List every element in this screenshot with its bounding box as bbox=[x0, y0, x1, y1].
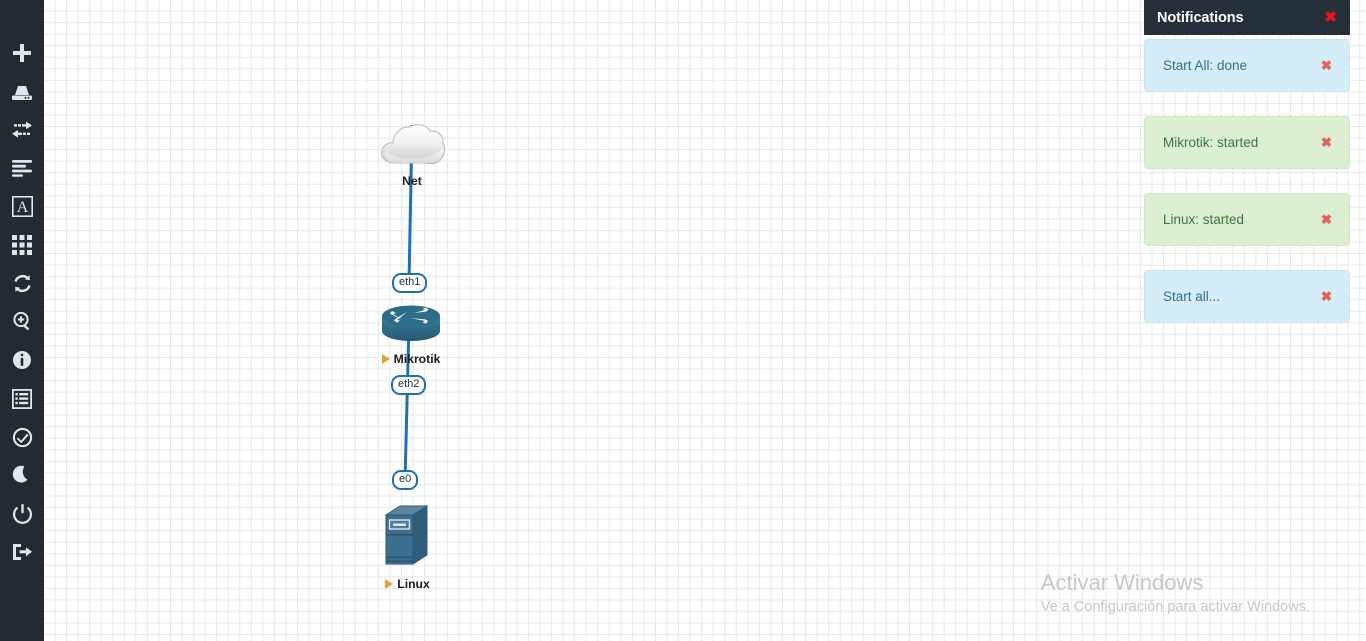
dismiss-notification-icon[interactable]: ✖ bbox=[1321, 59, 1332, 73]
watermark-title: Activar Windows bbox=[1040, 570, 1204, 596]
grid-tool[interactable] bbox=[0, 226, 44, 264]
notifications-panel: Notifications ✖ Start All: done ✖ Mikrot… bbox=[1144, 0, 1350, 347]
dismiss-notification-icon[interactable]: ✖ bbox=[1321, 290, 1332, 304]
moon-icon bbox=[12, 465, 32, 485]
list-tool[interactable] bbox=[0, 380, 44, 418]
node-linux-label: Linux bbox=[380, 577, 435, 591]
notifications-list: Start All: done ✖ Mikrotik: started ✖ Li… bbox=[1144, 39, 1350, 323]
watermark-subtitle: Ve a Configuración para activar Windows. bbox=[1040, 598, 1310, 615]
plus-icon bbox=[11, 42, 33, 64]
node-net[interactable]: Net bbox=[378, 121, 446, 188]
dismiss-notification-icon[interactable]: ✖ bbox=[1321, 136, 1332, 150]
add-network-tool[interactable] bbox=[0, 72, 44, 110]
text-a-icon: A bbox=[11, 196, 33, 218]
windows-activation-watermark: Activar Windows Ve a Configuración para … bbox=[1041, 569, 1310, 617]
notes-tool[interactable] bbox=[0, 149, 44, 187]
notification-text: Mikrotik: started bbox=[1163, 135, 1259, 150]
add-node-tool[interactable] bbox=[0, 34, 44, 72]
status-tool[interactable] bbox=[0, 418, 44, 456]
left-toolbar: A bbox=[0, 0, 44, 641]
interface-eth2[interactable]: eth2 bbox=[391, 375, 427, 395]
running-indicator-icon bbox=[385, 579, 394, 589]
notification-item[interactable]: Mikrotik: started ✖ bbox=[1144, 116, 1350, 169]
node-mikrotik-label: Mikrotik bbox=[381, 352, 441, 366]
notification-text: Linux: started bbox=[1163, 212, 1245, 227]
node-net-label: Net bbox=[402, 174, 422, 188]
node-mikrotik[interactable]: Mikrotik bbox=[381, 303, 441, 366]
grid-icon bbox=[12, 235, 32, 256]
refresh-icon bbox=[12, 273, 33, 294]
interface-eth1[interactable]: eth1 bbox=[392, 273, 428, 293]
info-circle-icon bbox=[12, 350, 32, 370]
night-mode-tool[interactable] bbox=[0, 456, 44, 494]
power-tool[interactable] bbox=[0, 495, 44, 533]
list-panel-icon bbox=[12, 388, 32, 409]
logout-icon bbox=[11, 542, 33, 562]
interface-e0[interactable]: e0 bbox=[392, 470, 419, 490]
zoom-tool[interactable] bbox=[0, 303, 44, 341]
text-tool[interactable]: A bbox=[0, 188, 44, 226]
check-circle-icon bbox=[12, 427, 33, 448]
server-icon bbox=[384, 505, 429, 565]
notification-item[interactable]: Start all... ✖ bbox=[1144, 270, 1350, 323]
notification-text: Start all... bbox=[1163, 289, 1221, 304]
notifications-header: Notifications ✖ bbox=[1144, 0, 1350, 35]
notification-text: Start All: done bbox=[1163, 58, 1248, 73]
svg-text:A: A bbox=[16, 199, 28, 216]
lines-icon bbox=[11, 159, 33, 178]
magnifier-plus-icon bbox=[12, 311, 33, 332]
power-icon bbox=[12, 503, 33, 525]
notifications-title: Notifications bbox=[1157, 9, 1244, 26]
link-arrows-icon bbox=[10, 120, 34, 140]
node-linux[interactable]: Linux bbox=[380, 501, 435, 591]
logout-tool[interactable] bbox=[0, 533, 44, 571]
info-tool[interactable] bbox=[0, 341, 44, 379]
network-cloud-icon bbox=[10, 82, 34, 102]
router-icon bbox=[382, 305, 440, 341]
topology-layer: Net eth1 Mikrotik eth2 e0 Linux bbox=[0, 0, 1322, 641]
close-notifications-icon[interactable]: ✖ bbox=[1324, 10, 1337, 25]
notification-item[interactable]: Linux: started ✖ bbox=[1144, 193, 1350, 246]
dismiss-notification-icon[interactable]: ✖ bbox=[1321, 213, 1332, 227]
refresh-tool[interactable] bbox=[0, 264, 44, 302]
add-link-tool[interactable] bbox=[0, 111, 44, 149]
notification-item[interactable]: Start All: done ✖ bbox=[1144, 39, 1350, 92]
running-indicator-icon bbox=[381, 354, 390, 364]
cloud-icon bbox=[381, 124, 446, 165]
network-emulator-app: Net eth1 Mikrotik eth2 e0 Linux Activar … bbox=[0, 0, 1366, 641]
